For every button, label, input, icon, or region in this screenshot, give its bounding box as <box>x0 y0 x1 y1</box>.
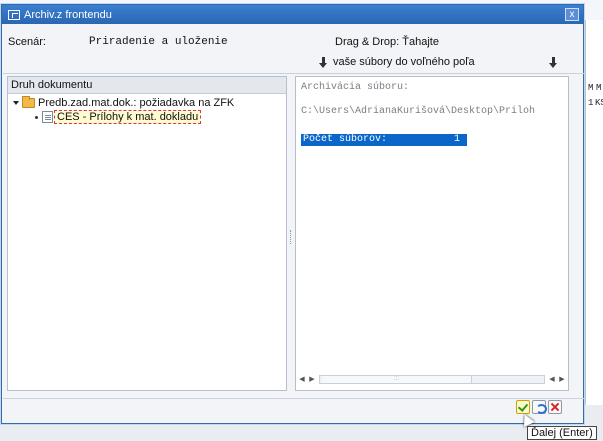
window-icon <box>8 9 20 20</box>
scroll-right-icon-2[interactable]: ▶ <box>557 374 567 385</box>
pane-splitter[interactable] <box>290 230 292 244</box>
file-count-line: Počet súborov: 1 <box>301 134 467 146</box>
background-cell-a: 1 <box>588 98 594 108</box>
arrow-down-icon <box>319 57 328 68</box>
drag-drop-subtitle: vaše súbory do voľného poľa <box>333 56 475 68</box>
confirm-tooltip: Ďalej (Enter) <box>527 426 597 440</box>
background-col-b: M <box>596 83 602 93</box>
drag-drop-title: Drag & Drop: Ťahajte <box>335 36 439 48</box>
arrow-down-icon-right <box>549 57 558 68</box>
header-divider <box>3 73 584 74</box>
scenario-value: Priradenie a uloženie <box>89 36 228 48</box>
output-archive-label: Archivácia súboru: <box>301 82 410 93</box>
file-count-value: 1 <box>453 134 460 145</box>
tree-item-label: Predb.zad.mat.dok.: požiadavka na ZFK <box>38 97 235 109</box>
scrollbar-track[interactable]: ::: <box>319 375 545 384</box>
archive-dialog: Archiv.z frontendu x Scenár: Priradenie … <box>1 4 584 424</box>
dialog-title: Archiv.z frontendu <box>24 8 112 21</box>
background-col-a: M <box>588 83 594 93</box>
background-cell-b: KS <box>595 98 603 108</box>
tree-item-child[interactable]: CES - Prílohy k mat. dokladu <box>35 110 202 124</box>
tree-item-parent[interactable]: Predb.zad.mat.dok.: požiadavka na ZFK <box>13 96 234 110</box>
folder-icon <box>22 96 35 108</box>
scroll-right-icon[interactable]: ▶ <box>307 374 317 385</box>
footer-divider <box>3 398 584 399</box>
scroll-left-icon[interactable]: ◀ <box>297 374 307 385</box>
drop-zone-output[interactable]: Archivácia súboru: C:\Users\AdrianaKuriš… <box>295 76 569 391</box>
file-count-label: Počet súborov: <box>303 134 388 145</box>
leaf-dot-icon <box>35 115 38 119</box>
close-button[interactable]: x <box>565 8 579 21</box>
output-file-path: C:\Users\AdrianaKurišová\Desktop\Priloh <box>301 106 536 117</box>
undo-button[interactable] <box>532 400 547 414</box>
tree-item-label-selected: CES - Prílohy k mat. dokladu <box>54 110 202 124</box>
background-table: M M 1 KS <box>585 20 603 405</box>
tree-column-header: Druh dokumentu <box>8 77 286 94</box>
expand-icon[interactable] <box>13 101 19 105</box>
scroll-left-icon-2[interactable]: ◀ <box>547 374 557 385</box>
cancel-button[interactable] <box>548 400 562 414</box>
scenario-label: Scenár: <box>8 36 46 48</box>
dialog-titlebar[interactable]: Archiv.z frontendu <box>2 5 583 24</box>
scrollbar-thumb[interactable]: ::: <box>322 376 472 383</box>
horizontal-scrollbar[interactable]: ◀ ▶ ::: ◀ ▶ <box>297 373 567 386</box>
document-type-tree[interactable]: Druh dokumentu Predb.zad.mat.dok.: požia… <box>7 76 287 391</box>
document-icon <box>42 111 53 123</box>
